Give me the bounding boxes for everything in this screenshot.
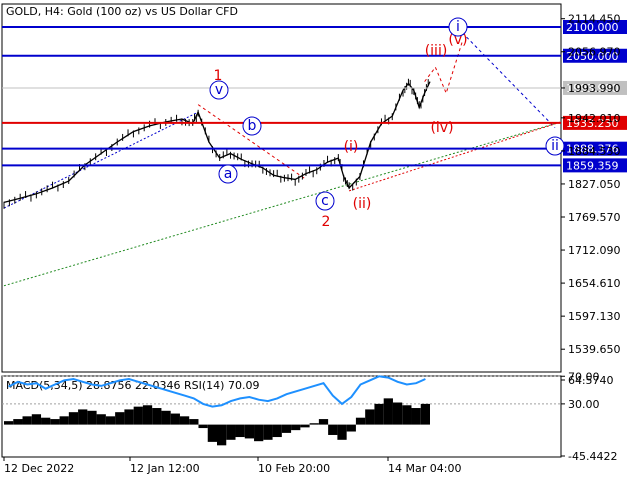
- indicator-tick-label: 30.00: [568, 398, 600, 411]
- macd-bar: [328, 424, 338, 435]
- macd-bar: [337, 424, 347, 440]
- macd-bar: [244, 424, 255, 439]
- macd-bar: [105, 416, 116, 425]
- price-tick-label: 1654.610: [568, 277, 621, 290]
- wave-label: b: [248, 118, 257, 134]
- macd-bar: [50, 419, 60, 425]
- macd-bar: [96, 414, 106, 425]
- macd-bar: [226, 424, 236, 440]
- time-tick-label: 12 Jan 12:00: [130, 462, 200, 475]
- wave-label: c: [321, 193, 329, 209]
- price-tick-label: 1712.090: [568, 244, 621, 257]
- wave-label: (ii): [353, 196, 372, 212]
- chart-window: GOLD, H4: Gold (100 oz) vs US Dollar CFD…: [0, 0, 640, 480]
- macd-bar: [318, 419, 329, 425]
- wave-label: v: [215, 82, 223, 98]
- wave-label: i: [456, 19, 460, 35]
- macd-bar: [392, 402, 403, 425]
- macd-bar: [4, 421, 14, 425]
- wave-label: a: [224, 166, 233, 182]
- macd-bar: [402, 405, 412, 425]
- price-tick-label: 1942.010: [568, 112, 621, 125]
- macd-bar: [22, 416, 32, 425]
- chart-title: GOLD, H4: Gold (100 oz) vs US Dollar CFD: [6, 5, 238, 18]
- macd-bar: [41, 417, 51, 425]
- time-tick-label: 12 Dec 2022: [4, 462, 74, 475]
- time-tick-label: 14 Mar 04:00: [388, 462, 461, 475]
- macd-bar: [207, 424, 217, 442]
- macd-bar: [189, 419, 199, 425]
- macd-bar: [170, 413, 180, 425]
- macd-bar: [254, 424, 264, 442]
- indicator-tick-label: 70.00: [568, 370, 600, 383]
- macd-bar: [198, 424, 208, 429]
- macd-bar: [78, 409, 88, 425]
- macd-bar: [179, 416, 190, 425]
- macd-bar: [355, 417, 366, 425]
- level-price-label: 1859.359: [566, 159, 619, 172]
- price-tick-label: 1597.130: [568, 310, 621, 323]
- price-tick-label: 2056.970: [568, 46, 621, 59]
- wave-label: 2: [322, 214, 331, 230]
- macd-bar: [13, 419, 23, 425]
- macd-bar: [309, 423, 319, 425]
- macd-bar: [133, 406, 143, 425]
- macd-bar: [124, 409, 134, 425]
- macd-bar: [346, 424, 356, 432]
- price-tick-label: 1539.650: [568, 343, 621, 356]
- macd-bar: [115, 412, 125, 425]
- macd-bar: [272, 424, 282, 438]
- macd-bar: [411, 408, 421, 425]
- macd-bar: [31, 414, 42, 425]
- wave-label: ii: [551, 138, 559, 154]
- macd-bar: [59, 416, 69, 425]
- macd-bar: [217, 424, 227, 446]
- macd-bar: [161, 410, 171, 425]
- wave-label: (iii): [425, 43, 448, 59]
- chart-background: [0, 0, 640, 480]
- macd-bar: [420, 403, 430, 425]
- price-tick-label: 1769.570: [568, 211, 621, 224]
- price-tick-label: 1993.990: [568, 82, 621, 95]
- price-tick-label: 1884.530: [568, 145, 621, 158]
- macd-bar: [291, 424, 301, 431]
- time-tick-label: 10 Feb 20:00: [258, 462, 330, 475]
- price-tick-label: 1827.050: [568, 178, 621, 191]
- macd-bar: [87, 410, 97, 425]
- macd-bar: [263, 424, 273, 440]
- macd-bar: [281, 424, 292, 433]
- macd-bar: [68, 412, 79, 425]
- indicator-tick-label: -45.4422: [568, 450, 617, 463]
- macd-bar: [374, 403, 384, 425]
- macd-bar: [365, 409, 375, 425]
- macd-bar: [142, 405, 153, 425]
- price-tick-label: 2114.450: [568, 13, 621, 26]
- wave-label: (iv): [430, 120, 453, 136]
- wave-label: (i): [344, 139, 359, 155]
- price-chart[interactable]: GOLD, H4: Gold (100 oz) vs US Dollar CFD…: [0, 0, 640, 480]
- macd-bar: [300, 424, 310, 428]
- macd-bar: [152, 408, 162, 425]
- macd-bar: [235, 424, 245, 438]
- macd-bar: [383, 398, 393, 425]
